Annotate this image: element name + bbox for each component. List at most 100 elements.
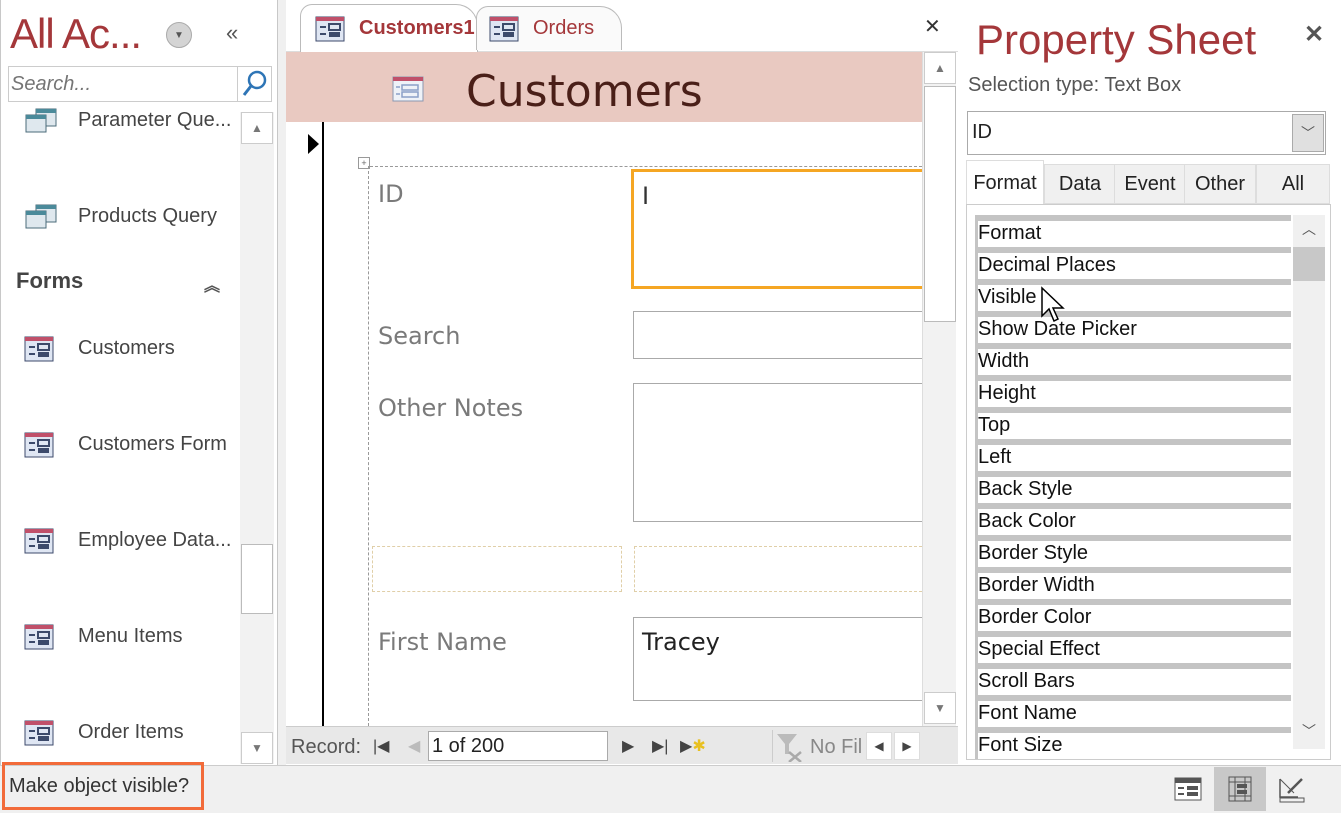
property-row[interactable]: Height — [975, 375, 1291, 407]
previous-record-button[interactable]: ◀ — [408, 736, 420, 756]
layout-view-button[interactable] — [1214, 767, 1266, 811]
previous-record-icon: ◀ — [408, 738, 421, 755]
last-record-button[interactable]: ▶| — [652, 736, 668, 756]
search-button[interactable] — [237, 67, 271, 101]
field-textbox-first-name[interactable]: Tracey — [633, 617, 923, 701]
chevron-up-icon[interactable]: ︿ — [1293, 219, 1325, 239]
selected-object-value: ID — [972, 121, 992, 143]
scroll-up-button[interactable]: ▲ — [924, 52, 956, 84]
scroll-left-button[interactable]: ◀ — [866, 732, 892, 760]
tab-customers1[interactable]: Customers1 — [300, 4, 478, 52]
property-row[interactable]: Show Date Picker — [975, 311, 1291, 343]
property-row[interactable]: Back Style — [975, 471, 1291, 503]
nav-pane-menu-button[interactable]: ▼ — [166, 22, 192, 48]
nav-search-input[interactable] — [11, 73, 239, 96]
field-textbox-other-notes[interactable] — [633, 383, 923, 522]
scroll-up-button[interactable]: ▲ — [241, 112, 273, 144]
property-row[interactable]: Visible — [975, 279, 1291, 311]
property-row[interactable]: Decimal Places — [975, 247, 1291, 279]
property-row[interactable]: Scroll Bars — [975, 663, 1291, 695]
form-icon — [24, 336, 54, 362]
field-label-other-notes[interactable]: Other Notes — [378, 394, 523, 422]
layout-border — [368, 166, 369, 726]
filter-label[interactable]: No Fil — [810, 736, 862, 759]
no-filter-icon — [777, 734, 802, 762]
property-row[interactable]: Top — [975, 407, 1291, 439]
close-icon: ✕ — [924, 16, 941, 38]
first-record-icon: |◀ — [373, 738, 390, 755]
property-row[interactable]: Width — [975, 343, 1291, 375]
property-row[interactable]: Left — [975, 439, 1291, 471]
triangle-up-icon: ▲ — [934, 61, 946, 75]
tab-data[interactable]: Data — [1044, 164, 1116, 204]
field-label-first-name[interactable]: First Name — [378, 628, 507, 656]
property-row[interactable]: Font Size — [975, 727, 1291, 759]
scroll-thumb[interactable] — [1293, 247, 1325, 281]
nav-group-label: Forms — [16, 268, 84, 293]
property-row[interactable]: Border Width — [975, 567, 1291, 599]
chevron-double-up-icon[interactable]: ︽ — [204, 272, 220, 296]
scroll-right-button[interactable]: ▶ — [894, 732, 920, 760]
property-sheet-title: Property Sheet — [976, 16, 1257, 63]
search-icon — [242, 70, 266, 96]
field-textbox-id-selected[interactable]: I — [631, 169, 923, 289]
nav-item-form[interactable]: Menu Items — [8, 616, 240, 656]
nav-group-forms-header[interactable]: Forms — [16, 268, 83, 294]
dropdown-button[interactable]: ﹀ — [1292, 114, 1324, 152]
empty-layout-cell[interactable] — [372, 546, 622, 592]
property-row[interactable]: Format — [975, 215, 1291, 247]
scroll-thumb[interactable] — [241, 544, 273, 614]
close-property-sheet-button[interactable]: ✕ — [1304, 20, 1324, 49]
record-label: Record: — [291, 736, 362, 758]
property-row[interactable]: Font Name — [975, 695, 1291, 727]
document-tab-bar: Customers1 Orders — [286, 0, 958, 52]
property-row[interactable]: Border Color — [975, 599, 1291, 631]
object-selector-dropdown[interactable]: ID ﹀ — [967, 111, 1326, 155]
field-label-search[interactable]: Search — [378, 322, 460, 350]
nav-item-form[interactable]: Customers Form — [8, 424, 240, 464]
nav-item-parameter-query[interactable]: Parameter Que... — [8, 104, 240, 140]
form-view-button[interactable] — [1162, 767, 1214, 811]
tab-all[interactable]: All — [1256, 164, 1330, 204]
next-record-button[interactable]: ▶ — [622, 736, 634, 756]
current-record-input[interactable] — [428, 731, 608, 761]
tab-event[interactable]: Event — [1114, 164, 1186, 204]
chevron-down-icon: ﹀ — [1301, 125, 1315, 141]
tab-format[interactable]: Format — [966, 160, 1044, 206]
scroll-down-button[interactable]: ▼ — [924, 692, 956, 724]
nav-pane-scrollbar[interactable]: ▲ ▼ — [240, 112, 274, 764]
tab-other[interactable]: Other — [1184, 164, 1256, 204]
form-vertical-scrollbar[interactable]: ▲ ▼ — [922, 52, 956, 726]
tab-label: Orders — [533, 17, 595, 39]
field-textbox-search[interactable] — [633, 311, 923, 359]
scroll-down-button[interactable]: ▼ — [241, 732, 273, 764]
record-selector[interactable] — [286, 122, 324, 726]
property-grid-scrollbar[interactable]: ︿ ﹀ — [1293, 215, 1325, 749]
new-record-icon: ▶✱ — [680, 738, 706, 755]
close-document-button[interactable]: ✕ — [924, 14, 941, 39]
nav-pane-title[interactable]: All Ac... — [10, 10, 142, 58]
nav-item-label: Employee Data... — [78, 528, 232, 551]
property-row[interactable]: Border Style — [975, 535, 1291, 567]
close-icon: ✕ — [1304, 21, 1325, 48]
nav-search-box — [8, 66, 272, 102]
property-row[interactable]: Special Effect — [975, 631, 1291, 663]
field-label-id[interactable]: ID — [378, 180, 404, 208]
chevron-down-icon[interactable]: ﹀ — [1293, 721, 1325, 741]
nav-item-form[interactable]: Order Items — [8, 712, 240, 752]
nav-item-label: Menu Items — [78, 624, 183, 647]
nav-item-form[interactable]: Customers — [8, 328, 240, 368]
empty-layout-cell[interactable] — [634, 546, 922, 592]
nav-item-label: Customers — [78, 336, 175, 359]
scroll-thumb[interactable] — [924, 86, 956, 322]
query-icon — [25, 204, 57, 229]
property-row[interactable]: Back Color — [975, 503, 1291, 535]
form-header-title: Customers — [466, 66, 703, 117]
shutter-bar-collapse-button[interactable]: « — [226, 20, 238, 46]
first-record-button[interactable]: |◀ — [373, 736, 389, 756]
nav-item-form[interactable]: Employee Data... — [8, 520, 240, 560]
tab-orders[interactable]: Orders — [476, 6, 622, 50]
new-record-button[interactable]: ▶✱ — [680, 736, 706, 756]
nav-item-products-query[interactable]: Products Query — [8, 196, 240, 236]
design-view-button[interactable] — [1266, 767, 1318, 811]
